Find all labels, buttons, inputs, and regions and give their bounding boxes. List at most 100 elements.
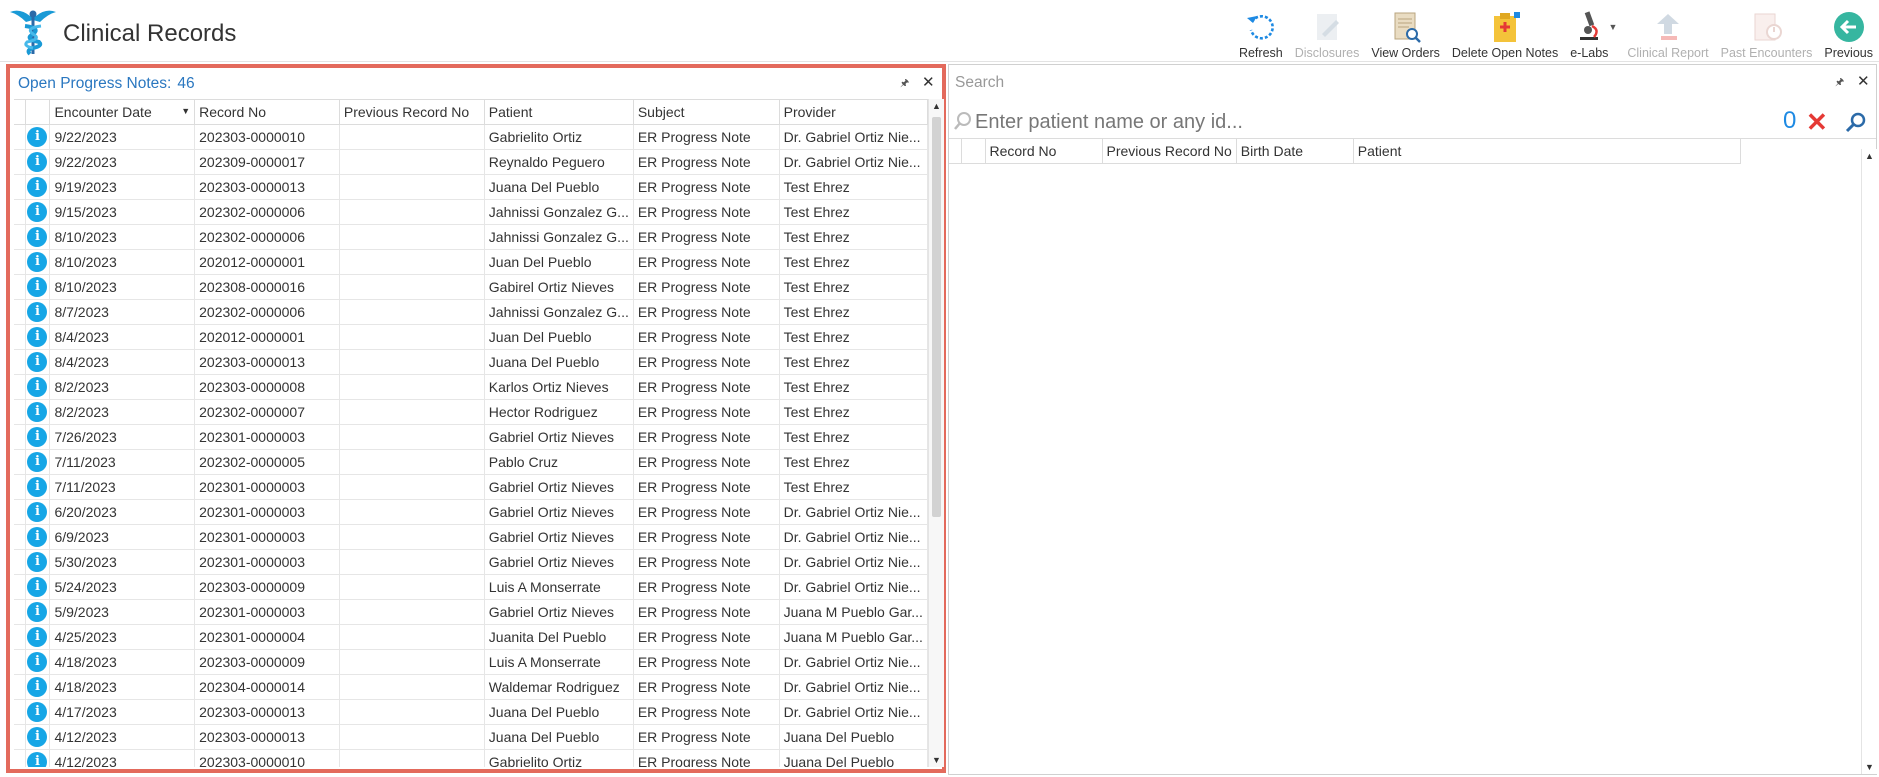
table-row[interactable]: i 8/2/2023 202303-0000008 Karlos Ortiz Niev… (14, 374, 928, 400)
info-icon[interactable]: i (27, 251, 48, 272)
info-icon[interactable]: i (27, 526, 48, 547)
info-icon[interactable]: i (27, 676, 48, 697)
table-row[interactable]: i 8/4/2023 202012-0000001 Juan Del Pueblo ER… (14, 324, 928, 350)
table-row[interactable]: i 7/26/2023 202301-0000003 Gabriel Ortiz Ni… (14, 424, 928, 450)
view-orders-button[interactable]: View Orders (1365, 4, 1446, 60)
info-icon[interactable]: i (27, 551, 48, 572)
info-icon[interactable]: i (27, 426, 48, 447)
subject-cell: ER Progress Note (633, 249, 780, 275)
close-icon[interactable]: ✕ (1857, 72, 1870, 90)
info-icon[interactable]: i (27, 201, 48, 222)
info-icon[interactable]: i (27, 476, 48, 497)
table-row[interactable]: i 7/11/2023 202302-0000005 Pablo Cruz ER Pro… (14, 449, 928, 475)
clear-search-icon[interactable]: ✕ (1806, 108, 1828, 136)
table-row[interactable]: i 4/18/2023 202304-0000014 Waldemar Rodrigu… (14, 674, 928, 700)
execute-search-icon[interactable] (1844, 110, 1868, 134)
past-encounters-button[interactable]: Past Encounters (1715, 4, 1819, 60)
table-row[interactable]: i 4/17/2023 202303-0000013 Juana Del Pueblo… (14, 699, 928, 725)
table-row[interactable]: i 8/10/2023 202308-0000016 Gabirel Ortiz Ni… (14, 274, 928, 300)
table-row[interactable]: i 4/12/2023 202303-0000013 Juana Del Pueblo… (14, 724, 928, 750)
vertical-scrollbar[interactable]: ▲ ▼ (928, 99, 944, 767)
table-row[interactable]: i 7/11/2023 202301-0000003 Gabriel Ortiz Ni… (14, 474, 928, 500)
table-row[interactable]: i 8/4/2023 202303-0000013 Juana Del Pueblo E… (14, 349, 928, 375)
patient-search-input[interactable] (975, 105, 1675, 139)
close-icon[interactable]: ✕ (922, 73, 935, 91)
info-icon[interactable]: i (27, 126, 48, 147)
clinical-report-button[interactable]: Clinical Report (1621, 4, 1714, 60)
table-row[interactable]: i 4/12/2023 202303-0000010 Gabrielito Ortiz… (14, 749, 928, 767)
provider-cell: Test Ehrez (779, 424, 928, 450)
column-header-patient[interactable]: Patient (484, 100, 634, 125)
column-header-birth-date[interactable]: Birth Date (1236, 139, 1354, 164)
subject-cell: ER Progress Note (633, 149, 780, 175)
patient-cell: Jahnissi Gonzalez G... (484, 299, 634, 325)
patient-cell: Juana Del Pueblo (484, 174, 634, 200)
column-header-record-no[interactable]: Record No (985, 139, 1103, 164)
info-icon[interactable]: i (27, 351, 48, 372)
info-icon[interactable]: i (27, 626, 48, 647)
row-indicator-header (949, 139, 962, 164)
patient-cell: Jahnissi Gonzalez G... (484, 224, 634, 250)
table-row[interactable]: i 6/20/2023 202301-0000003 Gabriel Ortiz Ni… (14, 499, 928, 525)
disclosures-label: Disclosures (1294, 46, 1360, 60)
info-icon[interactable]: i (27, 601, 48, 622)
encounter-date-cell: 7/26/2023 (49, 424, 196, 450)
previous-button[interactable]: Previous (1818, 4, 1879, 60)
column-header-previous-record-no[interactable]: Previous Record No (1102, 139, 1237, 164)
info-icon[interactable]: i (27, 501, 48, 522)
encounter-date-cell: 6/20/2023 (49, 499, 196, 525)
info-icon[interactable]: i (27, 376, 48, 397)
scroll-down-icon[interactable]: ▼ (1862, 762, 1877, 772)
subject-cell: ER Progress Note (633, 524, 780, 550)
table-row[interactable]: i 8/2/2023 202302-0000007 Hector Rodriguez E… (14, 399, 928, 425)
table-row[interactable]: i 9/22/2023 202309-0000017 Reynaldo Peguero… (14, 149, 928, 175)
info-icon[interactable]: i (27, 151, 48, 172)
table-row[interactable]: i 9/22/2023 202303-0000010 Gabrielito Ortiz… (14, 124, 928, 150)
subject-cell: ER Progress Note (633, 474, 780, 500)
table-row[interactable]: i 4/25/2023 202301-0000004 Juanita Del Pueb… (14, 624, 928, 650)
info-icon[interactable]: i (27, 451, 48, 472)
column-header-patient[interactable]: Patient (1353, 139, 1741, 164)
table-row[interactable]: i 5/24/2023 202303-0000009 Luis A Monserrat… (14, 574, 928, 600)
table-row[interactable]: i 8/10/2023 202302-0000006 Jahnissi Gonzale… (14, 224, 928, 250)
table-row[interactable]: i 5/30/2023 202301-0000003 Gabriel Ortiz Ni… (14, 549, 928, 575)
info-icon[interactable]: i (27, 226, 48, 247)
subject-cell: ER Progress Note (633, 599, 780, 625)
info-icon[interactable]: i (27, 301, 48, 322)
delete-open-notes-button[interactable]: Delete Open Notes (1446, 4, 1564, 60)
info-icon[interactable]: i (27, 401, 48, 422)
refresh-button[interactable]: Refresh (1233, 4, 1289, 60)
info-cell: i (25, 349, 51, 375)
info-icon[interactable]: i (27, 701, 48, 722)
table-row[interactable]: i 9/15/2023 202302-0000006 Jahnissi Gonzale… (14, 199, 928, 225)
scroll-up-icon[interactable]: ▲ (929, 101, 944, 111)
vertical-scrollbar[interactable]: ▲ ▼ (1861, 149, 1877, 774)
table-row[interactable]: i 4/18/2023 202303-0000009 Luis A Monserrat… (14, 649, 928, 675)
search-result-count: 0 (1783, 107, 1797, 134)
info-icon[interactable]: i (27, 276, 48, 297)
column-header-previous-record-no[interactable]: Previous Record No (339, 100, 485, 125)
pin-icon[interactable]: 🖈 (1835, 75, 1844, 92)
column-header-provider[interactable]: Provider (779, 100, 928, 125)
e-labs-dropdown-icon[interactable]: ▼ (1608, 22, 1617, 32)
e-labs-button[interactable]: e-Labs (1564, 4, 1614, 60)
column-header-subject[interactable]: Subject (633, 100, 780, 125)
table-row[interactable]: i 9/19/2023 202303-0000013 Juana Del Pueblo… (14, 174, 928, 200)
info-icon[interactable]: i (27, 326, 48, 347)
table-row[interactable]: i 6/9/2023 202301-0000003 Gabriel Ortiz Nie… (14, 524, 928, 550)
pin-icon[interactable]: 🖈 (900, 76, 909, 93)
scroll-up-icon[interactable]: ▲ (1862, 151, 1877, 161)
table-row[interactable]: i 8/7/2023 202302-0000006 Jahnissi Gonzalez… (14, 299, 928, 325)
table-row[interactable]: i 8/10/2023 202012-0000001 Juan Del Pueblo E… (14, 249, 928, 275)
info-icon[interactable]: i (27, 576, 48, 597)
column-header-record-no[interactable]: Record No (194, 100, 340, 125)
column-header-encounter-date[interactable]: Encounter Date ▼ (49, 100, 196, 125)
disclosures-button[interactable]: Disclosures (1289, 4, 1366, 60)
info-icon[interactable]: i (27, 651, 48, 672)
scroll-down-icon[interactable]: ▼ (929, 755, 944, 765)
table-row[interactable]: i 5/9/2023 202301-0000003 Gabriel Ortiz Nie… (14, 599, 928, 625)
scroll-thumb[interactable] (932, 117, 941, 517)
info-icon[interactable]: i (27, 726, 48, 747)
info-icon[interactable]: i (27, 751, 48, 767)
info-icon[interactable]: i (27, 176, 48, 197)
